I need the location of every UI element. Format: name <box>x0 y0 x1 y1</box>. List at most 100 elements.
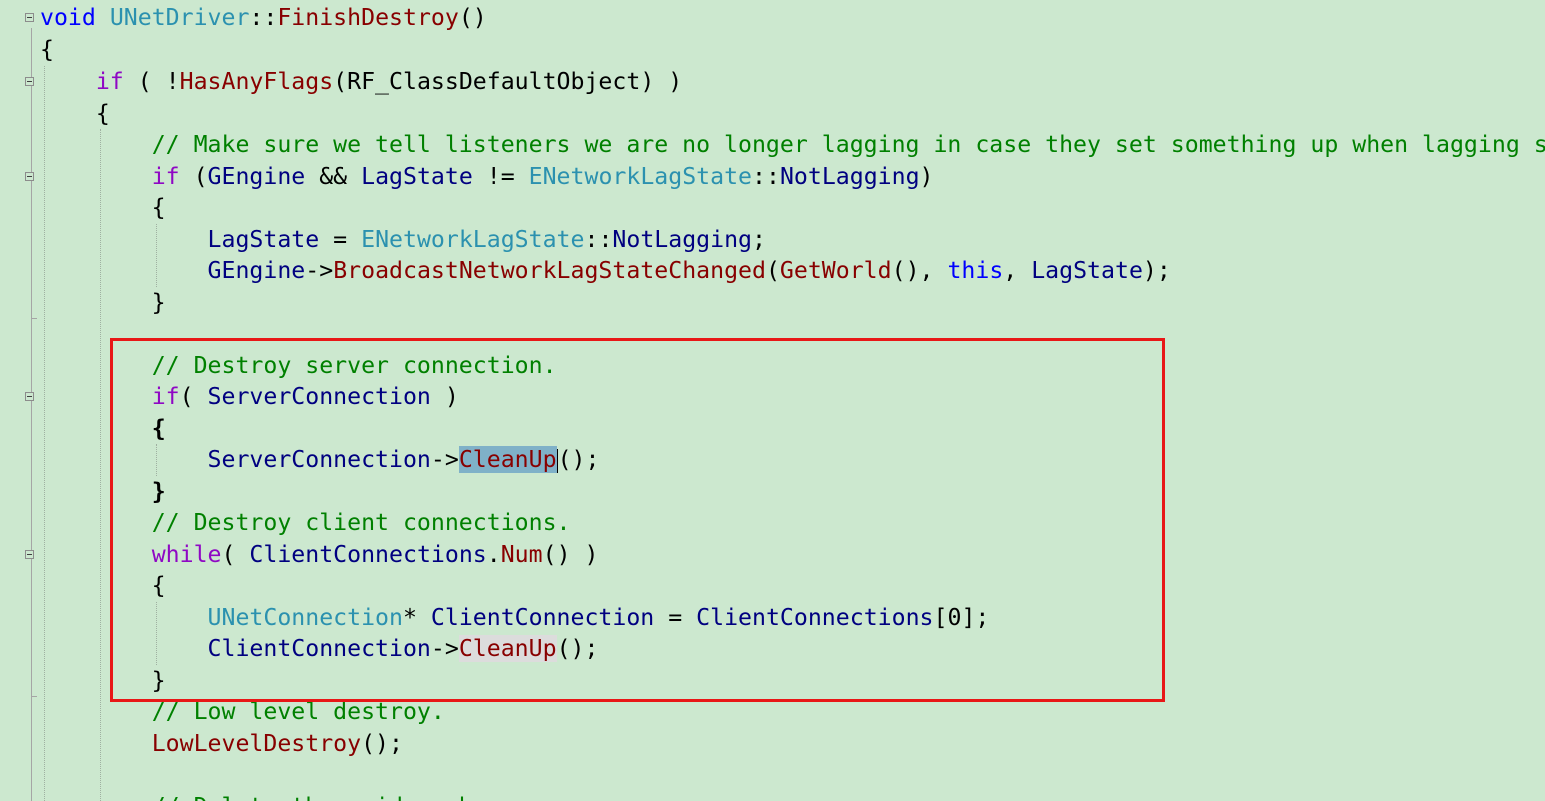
code-line[interactable]: LowLevelDestroy(); <box>40 728 403 760</box>
code-token: (), <box>891 257 948 284</box>
code-token: (); <box>556 635 599 662</box>
code-token: } <box>40 289 166 316</box>
code-line[interactable]: } <box>40 665 166 697</box>
outline-margin-line <box>31 28 32 801</box>
function-token: FinishDestroy <box>277 4 459 31</box>
code-token: ) <box>919 163 934 190</box>
reference-highlight-token: CleanUp <box>458 635 557 662</box>
identifier-token: NotLagging <box>779 163 920 190</box>
code-line[interactable]: // Destroy client connections. <box>40 507 571 539</box>
code-token: } <box>40 667 166 694</box>
collapse-toggle-icon[interactable] <box>25 172 34 181</box>
function-token: HasAnyFlags <box>179 68 334 95</box>
type-token: UNetConnection <box>207 604 403 631</box>
code-line[interactable]: } <box>40 287 166 319</box>
code-line[interactable]: void UNetDriver::FinishDestroy() <box>40 2 487 34</box>
code-token: = <box>319 226 362 253</box>
identifier-token: GEngine <box>207 163 306 190</box>
comment-token: // Destroy client connections. <box>151 509 571 536</box>
code-token: ; <box>752 226 766 253</box>
code-token: { <box>40 36 54 63</box>
code-line[interactable]: if ( !HasAnyFlags(RF_ClassDefaultObject)… <box>40 66 682 98</box>
code-token: -> <box>305 257 334 284</box>
collapse-toggle-icon[interactable] <box>25 392 34 401</box>
collapse-toggle-icon[interactable] <box>25 13 34 22</box>
code-line[interactable]: { <box>40 34 54 66</box>
code-line[interactable]: } <box>40 476 166 508</box>
code-line[interactable]: { <box>40 570 166 602</box>
identifier-token: ClientConnections <box>696 604 934 631</box>
code-token: ) <box>430 383 459 410</box>
code-line[interactable]: UNetConnection* ClientConnection = Clien… <box>40 602 990 634</box>
control-keyword-token: if <box>151 163 180 190</box>
code-token: -> <box>430 446 459 473</box>
identifier-token: LagState <box>207 226 320 253</box>
comment-token: // Low level destroy. <box>151 698 445 725</box>
identifier-token: LagState <box>361 163 473 190</box>
code-token: (); <box>361 730 403 757</box>
comment-token: // Delete the guid cache <box>152 793 487 801</box>
selected-token: CleanUp <box>458 446 557 473</box>
type-token: ENetworkLagState <box>361 226 585 253</box>
code-token: { <box>40 194 166 221</box>
comment-token: // Destroy server connection. <box>151 352 557 379</box>
code-line[interactable]: GEngine->BroadcastNetworkLagStateChanged… <box>40 255 1171 287</box>
code-token: ( <box>179 383 208 410</box>
code-line[interactable]: { <box>40 413 166 445</box>
code-line[interactable]: // Destroy server connection. <box>40 350 557 382</box>
brace-token: } <box>151 478 166 505</box>
code-line[interactable]: // Make sure we tell listeners we are no… <box>40 129 1545 161</box>
code-line[interactable]: ClientConnection->CleanUp(); <box>40 633 598 665</box>
code-line[interactable]: // Delete the guid cache <box>40 791 487 801</box>
code-token: ]; <box>961 604 990 631</box>
function-token: Num <box>500 541 543 568</box>
fold-end-marker <box>31 696 37 697</box>
code-token: ( <box>765 257 780 284</box>
code-editor[interactable]: void UNetDriver::FinishDestroy(){ if ( !… <box>0 0 1545 801</box>
fold-end-marker <box>31 318 37 319</box>
code-line[interactable]: if( ServerConnection ) <box>40 381 459 413</box>
code-line[interactable]: // Low level destroy. <box>40 696 445 728</box>
code-line[interactable]: if (GEngine && LagState != ENetworkLagSt… <box>40 161 934 193</box>
collapse-toggle-icon[interactable] <box>25 77 34 86</box>
code-token: ); <box>1142 257 1171 284</box>
code-token: * <box>402 604 431 631</box>
code-token: ) ) <box>640 68 683 95</box>
code-line[interactable]: ServerConnection->CleanUp(); <box>40 444 599 476</box>
identifier-token: ServerConnection <box>207 446 431 473</box>
collapse-toggle-icon[interactable] <box>25 550 34 559</box>
code-line[interactable]: { <box>40 98 110 130</box>
code-token: [ <box>933 604 948 631</box>
code-line[interactable]: LagState = ENetworkLagState::NotLagging; <box>40 224 766 256</box>
identifier-token: ClientConnection <box>207 635 431 662</box>
identifier-token: NotLagging <box>612 226 753 253</box>
code-token: = <box>654 604 697 631</box>
identifier-token: ServerConnection <box>207 383 431 410</box>
code-line[interactable]: while( ClientConnections.Num() ) <box>40 539 599 571</box>
control-keyword-token: if <box>151 383 180 410</box>
code-token: () <box>458 4 487 31</box>
code-line[interactable]: { <box>40 192 166 224</box>
identifier-token: ClientConnection <box>430 604 655 631</box>
function-token: GetWorld <box>779 257 892 284</box>
identifier-token: ClientConnections <box>249 541 487 568</box>
code-token: () ) <box>542 541 599 568</box>
brace-token: { <box>151 415 166 442</box>
identifier-token: RF_ClassDefaultObject <box>347 68 641 95</box>
code-token: -> <box>430 635 459 662</box>
type-token: UNetDriver <box>109 4 250 31</box>
comment-token: // Make sure we tell listeners we are no… <box>151 131 1545 158</box>
